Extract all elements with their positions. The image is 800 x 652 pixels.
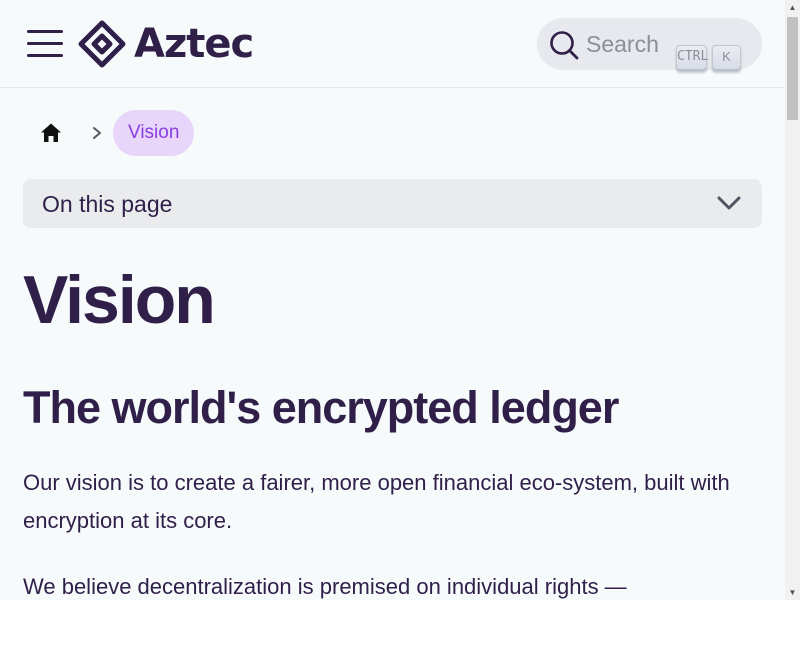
vertical-scrollbar[interactable]: ▲ ▼ — [785, 0, 800, 600]
search-placeholder: Search — [586, 31, 659, 57]
breadcrumb-current: Vision — [113, 110, 195, 156]
browser-viewport: Aztec Search CTRL K Vision On this page … — [0, 0, 800, 600]
docs-page: Aztec Search CTRL K Vision On this page … — [0, 0, 785, 600]
paragraph: Our vision is to create a fairer, more o… — [23, 470, 730, 533]
hamburger-line — [27, 30, 63, 33]
aztec-logo-icon — [78, 20, 126, 68]
scroll-down-arrow-icon[interactable]: ▼ — [785, 585, 800, 600]
scrollbar-thumb[interactable] — [787, 17, 798, 120]
toc-label: On this page — [42, 191, 173, 217]
on-this-page-toggle[interactable]: On this page — [23, 179, 762, 228]
section-heading: The world's encrypted ledger — [23, 382, 619, 433]
scroll-up-arrow-icon[interactable]: ▲ — [785, 0, 800, 15]
menu-toggle-button[interactable] — [27, 28, 63, 60]
page-title: Vision — [23, 262, 216, 338]
brand-name: Aztec — [134, 21, 254, 67]
home-icon[interactable] — [39, 121, 63, 145]
hamburger-line — [27, 54, 63, 57]
shortcut-key-k: K — [712, 45, 741, 72]
hamburger-line — [27, 42, 63, 45]
shortcut-key-ctrl: CTRL — [676, 45, 708, 72]
paragraph: We believe decentralization is premised … — [23, 574, 627, 599]
brand-logo-link[interactable]: Aztec — [78, 20, 254, 68]
chevron-right-icon — [93, 127, 101, 139]
search-icon — [550, 31, 579, 60]
breadcrumb: Vision — [23, 110, 323, 156]
chevron-down-icon — [717, 196, 741, 210]
top-navbar: Aztec Search CTRL K — [0, 0, 785, 88]
search-button[interactable]: Search CTRL K — [537, 18, 762, 72]
